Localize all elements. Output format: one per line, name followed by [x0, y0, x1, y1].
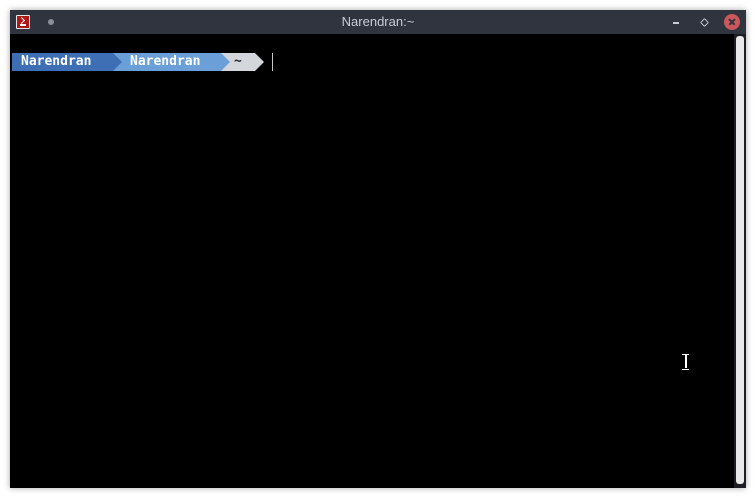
dot-icon[interactable] — [48, 19, 54, 25]
window-title: Narendran:~ — [341, 14, 415, 29]
restore-button[interactable] — [696, 14, 712, 30]
terminal-icon[interactable] — [16, 15, 30, 29]
prompt-user: Narendran — [21, 54, 92, 69]
minimize-button[interactable] — [668, 14, 684, 30]
scrollbar[interactable] — [734, 34, 746, 488]
prompt-host: Narendran — [130, 54, 201, 69]
title-bar[interactable]: Narendran:~ — [10, 10, 746, 34]
close-button[interactable] — [724, 14, 740, 30]
chevron-right-icon — [255, 53, 264, 71]
prompt-dir: ~ — [234, 54, 242, 69]
shell-prompt: Narendran Narendran ~ — [12, 53, 264, 71]
chevron-right-icon — [221, 53, 230, 71]
text-cursor — [272, 53, 273, 71]
terminal-area[interactable]: Narendran Narendran ~ — [10, 34, 734, 488]
scrollbar-thumb[interactable] — [736, 36, 744, 484]
terminal-window: Narendran:~ Narendran Narendran ~ — [10, 10, 746, 488]
chevron-right-icon — [113, 53, 122, 71]
ibeam-cursor-icon — [682, 354, 689, 370]
prompt-host-segment: Narendran — [113, 53, 230, 71]
prompt-user-segment: Narendran — [12, 53, 122, 71]
